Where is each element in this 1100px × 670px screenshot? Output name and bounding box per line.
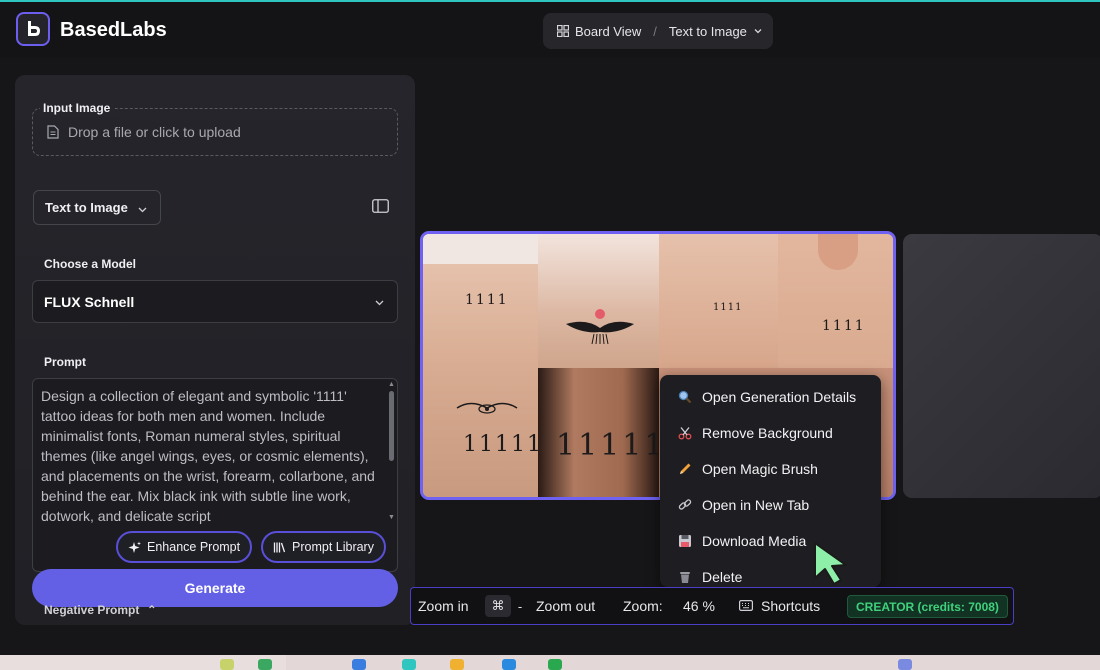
enhance-prompt-label: Enhance Prompt bbox=[147, 540, 241, 554]
sparkle-icon bbox=[128, 541, 141, 553]
prompt-library-button[interactable]: Prompt Library bbox=[261, 531, 386, 563]
scissors-icon bbox=[677, 426, 692, 441]
menu-item-label: Remove Background bbox=[702, 425, 833, 441]
file-icon bbox=[47, 125, 59, 139]
os-taskbar bbox=[0, 655, 1100, 670]
breadcrumb: Board View / Text to Image bbox=[543, 13, 773, 49]
prompt-scrollbar-thumb[interactable] bbox=[389, 391, 394, 461]
taskbar-app-icon[interactable] bbox=[548, 659, 562, 670]
generation-mode-select[interactable]: Text to Image bbox=[33, 190, 161, 225]
sidebar-toggle-icon[interactable] bbox=[372, 199, 389, 213]
menu-item-label: Delete bbox=[702, 569, 743, 585]
second-image-card[interactable] bbox=[903, 234, 1100, 498]
chevron-down-icon bbox=[138, 207, 147, 213]
chevron-down-icon bbox=[375, 300, 384, 306]
brand-name[interactable]: BasedLabs bbox=[60, 19, 167, 42]
angel-wings-tattoo-icon bbox=[566, 309, 634, 345]
prompt-text[interactable]: Design a collection of elegant and symbo… bbox=[41, 386, 379, 526]
cmd-key-badge: ⌘ bbox=[485, 595, 511, 617]
breadcrumb-current-mode[interactable]: Text to Image bbox=[669, 24, 747, 39]
enhance-prompt-button[interactable]: Enhance Prompt bbox=[116, 531, 253, 563]
prompt-label: Prompt bbox=[44, 355, 86, 369]
minus-key-badge: - bbox=[517, 598, 523, 614]
shortcuts-button[interactable]: Shortcuts bbox=[761, 598, 820, 614]
taskbar-app-icon[interactable] bbox=[220, 659, 234, 670]
menu-item-label: Open in New Tab bbox=[702, 497, 810, 513]
tile-text-neck: 1111 bbox=[822, 318, 866, 334]
input-image-label: Input Image bbox=[40, 101, 114, 115]
generate-button[interactable]: Generate bbox=[32, 569, 398, 607]
zoom-value[interactable]: 46 % bbox=[683, 598, 715, 614]
model-select[interactable]: FLUX Schnell bbox=[32, 280, 398, 323]
link-icon bbox=[677, 498, 692, 513]
scroll-up-icon[interactable]: ▲ bbox=[388, 381, 395, 388]
breadcrumb-board-view[interactable]: Board View bbox=[575, 24, 641, 39]
chevron-up-icon: ⌃ bbox=[146, 603, 157, 617]
tile-text-dark-arm: 11111 bbox=[556, 428, 659, 463]
menu-item-open-in-new-tab[interactable]: Open in New Tab bbox=[660, 487, 881, 523]
upload-placeholder: Drop a file or click to upload bbox=[68, 124, 241, 140]
library-icon bbox=[273, 542, 286, 552]
taskbar-app-icon[interactable] bbox=[352, 659, 366, 670]
eye-wing-tattoo-icon bbox=[456, 402, 518, 414]
file-upload-dropzone[interactable]: Drop a file or click to upload bbox=[32, 108, 398, 156]
taskbar-app-icon[interactable] bbox=[402, 659, 416, 670]
zoom-out-button[interactable]: Zoom out bbox=[536, 598, 595, 614]
scroll-down-icon[interactable]: ▼ bbox=[388, 514, 395, 521]
tattoo-tile-neck: 1111 bbox=[778, 234, 893, 368]
tile-text-wrist: 1111 bbox=[465, 292, 509, 308]
floppy-icon bbox=[677, 534, 692, 549]
pencil-icon bbox=[677, 462, 692, 477]
tattoo-tile-wings bbox=[538, 234, 659, 368]
negative-prompt-label: Negative Prompt bbox=[44, 603, 140, 617]
chevron-down-icon[interactable] bbox=[753, 26, 763, 36]
generation-panel: Drop a file or click to upload Input Ima… bbox=[15, 75, 415, 625]
tattoo-tile-dark-arm: 11111 bbox=[538, 368, 659, 497]
zoom-label: Zoom: bbox=[623, 598, 663, 614]
trash-icon bbox=[677, 570, 692, 585]
menu-item-label: Download Media bbox=[702, 533, 807, 549]
menu-item-remove-background[interactable]: Remove Background bbox=[660, 415, 881, 451]
breadcrumb-separator: / bbox=[653, 23, 657, 39]
taskbar-app-icon[interactable] bbox=[502, 659, 516, 670]
magnifier-icon bbox=[677, 390, 692, 405]
canvas-toolbar: Zoom in ⌘ - Zoom out Zoom: 46 % Shortcut… bbox=[410, 587, 1014, 625]
pointer-cursor-icon bbox=[814, 542, 847, 585]
menu-item-label: Open Magic Brush bbox=[702, 461, 818, 477]
keyboard-icon bbox=[739, 600, 753, 611]
model-value: FLUX Schnell bbox=[44, 293, 135, 310]
choose-model-label: Choose a Model bbox=[44, 257, 137, 271]
taskbar-app-icon[interactable] bbox=[898, 659, 912, 670]
menu-item-open-generation-details[interactable]: Open Generation Details bbox=[660, 379, 881, 415]
credits-badge[interactable]: CREATOR (credits: 7008) bbox=[847, 595, 1008, 618]
tattoo-tile-collarbone: 1111 bbox=[659, 234, 778, 368]
menu-item-label: Open Generation Details bbox=[702, 389, 857, 405]
app-header: BasedLabs Board View / Text to Image bbox=[0, 2, 1100, 58]
taskbar-app-icon[interactable] bbox=[258, 659, 272, 670]
generation-mode-value: Text to Image bbox=[45, 200, 128, 215]
menu-item-open-magic-brush[interactable]: Open Magic Brush bbox=[660, 451, 881, 487]
brand-logo-icon[interactable] bbox=[16, 12, 50, 46]
negative-prompt-toggle[interactable]: Negative Prompt ⌃ bbox=[44, 603, 157, 617]
zoom-in-button[interactable]: Zoom in bbox=[418, 598, 469, 614]
tile-text-forearm: 11111 bbox=[463, 432, 538, 457]
board-grid-icon bbox=[557, 25, 569, 37]
taskbar-app-icon[interactable] bbox=[450, 659, 464, 670]
tattoo-tile-wrist: 1111 11111 bbox=[423, 234, 538, 497]
tile-text-collarbone: 1111 bbox=[713, 302, 743, 313]
prompt-library-label: Prompt Library bbox=[292, 540, 374, 554]
